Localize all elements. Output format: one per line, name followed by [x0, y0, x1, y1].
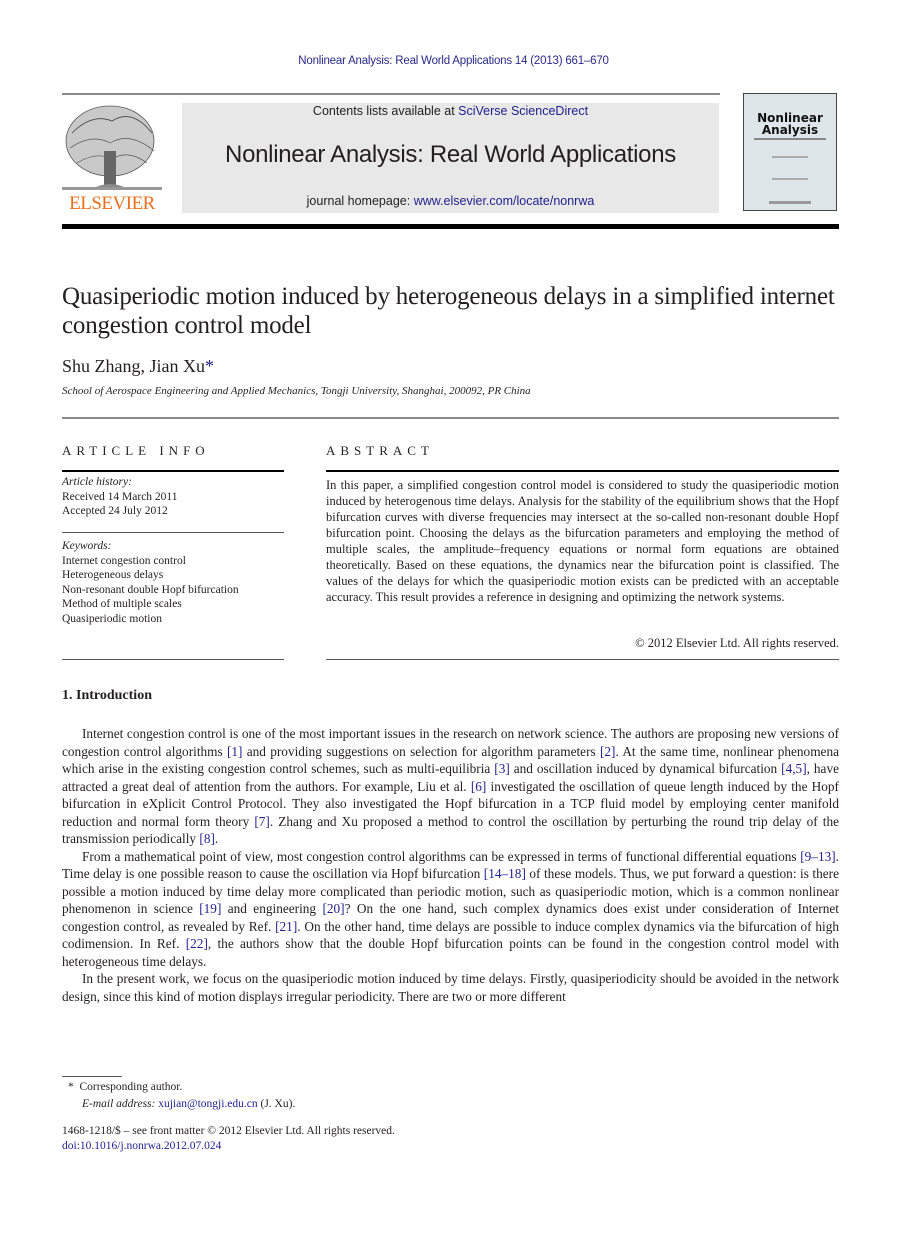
- front-matter: 1468-1218/$ – see front matter © 2012 El…: [62, 1125, 395, 1137]
- elsevier-wordmark: ELSEVIER: [69, 193, 155, 214]
- homepage-link[interactable]: www.elsevier.com/locate/nonrwa: [414, 194, 595, 208]
- keywords-label: Keywords:: [62, 540, 112, 552]
- abstract-heading: ABSTRACT: [326, 443, 434, 458]
- header-top-rule: [62, 93, 720, 95]
- keywords-block: Keywords: Internet congestion control He…: [62, 539, 284, 626]
- journal-cover-thumbnail[interactable]: Nonlinear Analysis: [743, 93, 837, 211]
- citation-link[interactable]: [22]: [186, 936, 208, 951]
- info-rule: [62, 470, 284, 472]
- contents-line: Contents lists available at SciVerse Sci…: [182, 104, 719, 118]
- footnote-rule: [62, 1076, 122, 1077]
- paragraph-text: and engineering: [221, 901, 323, 916]
- paragraph-text: and providing suggestions on selection f…: [242, 743, 600, 759]
- citation-link[interactable]: [9–13]: [800, 849, 835, 864]
- introduction-body: Internet congestion control is one of th…: [62, 725, 839, 1005]
- authors: Shu Zhang, Jian Xu*: [62, 356, 214, 377]
- citation-link[interactable]: [1]: [227, 744, 243, 759]
- running-head: Nonlinear Analysis: Real World Applicati…: [298, 55, 609, 67]
- citation-link[interactable]: [8]: [199, 831, 215, 846]
- paragraph: In the present work, we focus on the qua…: [62, 970, 839, 1005]
- email-suffix: (J. Xu).: [257, 1098, 296, 1110]
- corresponding-author-note: Corresponding author.: [79, 1081, 183, 1093]
- received-date: Received 14 March 2011: [62, 490, 178, 503]
- keyword: Quasiperiodic motion: [62, 612, 162, 625]
- affiliation: School of Aerospace Engineering and Appl…: [62, 385, 531, 397]
- section-divider: [62, 417, 839, 419]
- history-divider: [62, 532, 284, 533]
- keyword: Internet congestion control: [62, 554, 186, 567]
- elsevier-logo[interactable]: ELSEVIER: [62, 103, 162, 215]
- abstract-rule: [326, 470, 839, 472]
- journal-banner: Contents lists available at SciVerse Sci…: [182, 103, 719, 213]
- citation-link[interactable]: [4,5]: [781, 761, 806, 776]
- header-thick-rule: [62, 224, 839, 229]
- paragraph-text: .: [214, 831, 219, 846]
- homepage-prefix: journal homepage:: [306, 194, 414, 208]
- email-label: E-mail address:: [82, 1098, 159, 1110]
- footnote-star: *: [68, 1081, 74, 1093]
- paragraph: From a mathematical point of view, most …: [62, 848, 839, 971]
- article-info-heading: ARTICLE INFO: [62, 443, 210, 458]
- article-history: Article history: Received 14 March 2011 …: [62, 475, 284, 519]
- citation-link[interactable]: [20]: [322, 901, 344, 916]
- citation-link[interactable]: [2]: [600, 744, 616, 759]
- abstract-bottom-rule: [326, 659, 839, 660]
- sciencedirect-link[interactable]: SciVerse ScienceDirect: [458, 104, 588, 118]
- cover-title: Nonlinear Analysis: [757, 111, 823, 137]
- citation-link[interactable]: [19]: [199, 901, 221, 916]
- section-heading-introduction: 1. Introduction: [62, 688, 152, 703]
- cover-subtitle-bar: [754, 138, 826, 140]
- keyword: Non-resonant double Hopf bifurcation: [62, 583, 239, 596]
- accepted-date: Accepted 24 July 2012: [62, 505, 168, 517]
- keyword: Heterogeneous delays: [62, 569, 164, 581]
- email-link[interactable]: xujian@tongji.edu.cn: [158, 1098, 257, 1110]
- abstract-copyright: © 2012 Elsevier Ltd. All rights reserved…: [635, 636, 839, 650]
- history-label: Article history:: [62, 476, 132, 488]
- paragraph: Internet congestion control is one of th…: [62, 725, 839, 848]
- paragraph-text: From a mathematical point of view, most …: [82, 848, 801, 864]
- citation-link[interactable]: [3]: [494, 761, 510, 776]
- keyword: Method of multiple scales: [62, 598, 182, 610]
- journal-title: Nonlinear Analysis: Real World Applicati…: [225, 141, 676, 168]
- cover-text-block: [772, 156, 808, 180]
- info-bottom-rule: [62, 659, 284, 660]
- doi-link[interactable]: doi:10.1016/j.nonrwa.2012.07.024: [62, 1140, 221, 1152]
- paragraph-text: In the present work, we focus on the qua…: [62, 971, 839, 1004]
- citation-link[interactable]: [21]: [275, 919, 297, 934]
- abstract-text: In this paper, a simplified congestion c…: [326, 478, 839, 604]
- citation-link[interactable]: [7]: [254, 814, 270, 829]
- corresponding-author-mark[interactable]: *: [205, 356, 214, 376]
- footnote-corresponding: * Corresponding author.: [68, 1081, 182, 1093]
- article-title: Quasiperiodic motion induced by heteroge…: [62, 283, 835, 339]
- homepage-line: journal homepage: www.elsevier.com/locat…: [182, 194, 719, 208]
- citation-link[interactable]: [6]: [471, 779, 487, 794]
- cover-footer-bar: [769, 201, 811, 204]
- contents-prefix: Contents lists available at: [312, 104, 459, 118]
- footnote-email: E-mail address: xujian@tongji.edu.cn (J.…: [82, 1098, 295, 1110]
- citation-link[interactable]: [14–18]: [484, 866, 526, 881]
- author-names: Shu Zhang, Jian Xu: [62, 356, 205, 376]
- paragraph-text: and oscillation induced by dynamical bif…: [509, 761, 782, 776]
